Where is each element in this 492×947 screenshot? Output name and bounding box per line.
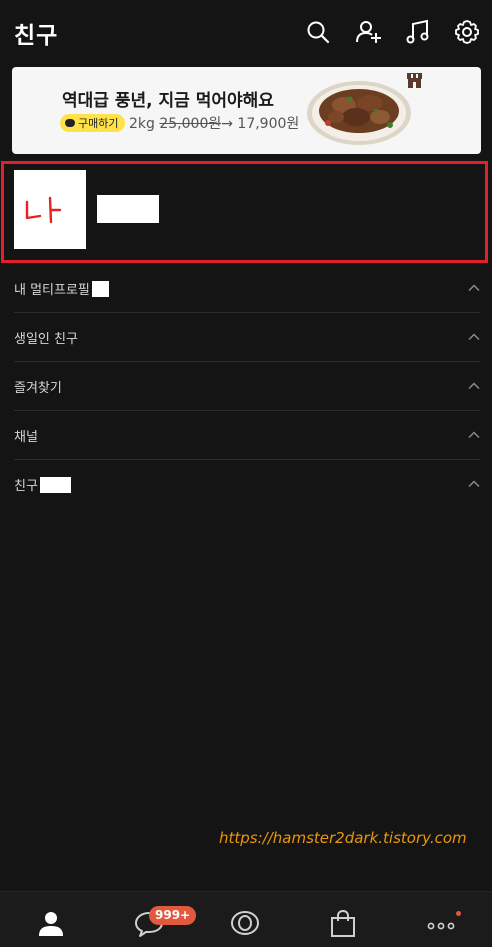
section-friends[interactable]: 친구 <box>14 460 480 509</box>
section-birthday[interactable]: 생일인 친구 <box>14 313 480 362</box>
ad-price: 2kg 25,000원→ 17,900원 <box>129 113 299 133</box>
my-profile[interactable] <box>1 161 488 263</box>
chevron-up-icon[interactable] <box>468 331 480 343</box>
shopping-icon[interactable] <box>328 908 358 938</box>
ad-headline: 역대급 풍년, 지금 먹어야해요 <box>62 91 274 111</box>
settings-icon[interactable] <box>453 18 481 46</box>
watermark: https://hamster2dark.tistory.com <box>219 829 467 847</box>
buy-button-label: 구매하기 <box>78 117 119 130</box>
chat-bubble-icon <box>65 119 75 127</box>
chevron-up-icon[interactable] <box>468 380 480 392</box>
more-icon[interactable] <box>426 908 456 938</box>
redacted-block <box>40 477 71 493</box>
chevron-up-icon[interactable] <box>468 429 480 441</box>
ad-price-arrow: → <box>221 116 233 132</box>
new-dot <box>456 911 461 916</box>
unread-badge: 999+ <box>149 906 197 925</box>
section-label: 친구 <box>14 479 38 494</box>
section-label: 생일인 친구 <box>14 332 78 347</box>
chevron-up-icon[interactable] <box>468 282 480 294</box>
search-icon[interactable] <box>304 18 332 46</box>
avatar[interactable] <box>14 170 86 249</box>
section-channel[interactable]: 채널 <box>14 411 480 460</box>
ad-original-price: 25,000원 <box>159 116 222 132</box>
store-icon <box>406 72 423 89</box>
buy-button[interactable]: 구매하기 <box>60 114 126 132</box>
profile-name-redacted <box>97 195 159 223</box>
chevron-up-icon[interactable] <box>468 478 480 490</box>
music-icon[interactable] <box>404 18 432 46</box>
section-label: 내 멀티프로필 <box>14 283 90 298</box>
ad-banner[interactable]: 역대급 풍년, 지금 먹어야해요 구매하기 2kg 25,000원→ 17,90… <box>12 67 481 154</box>
section-label: 즐겨찾기 <box>14 381 62 396</box>
add-friend-icon[interactable] <box>355 18 383 46</box>
app-header: 친구 <box>0 0 492 64</box>
bottom-tab-bar: 999+ <box>0 891 492 947</box>
page-title: 친구 <box>14 23 59 49</box>
redacted-block <box>92 281 109 297</box>
section-label: 채널 <box>14 430 38 445</box>
avatar-handwritten-label <box>25 196 62 224</box>
friends-icon[interactable] <box>36 908 66 938</box>
food-image <box>306 75 412 146</box>
view-icon[interactable] <box>230 908 260 938</box>
section-multi-profile[interactable]: 내 멀티프로필 <box>14 264 480 313</box>
ad-weight: 2kg <box>129 116 155 132</box>
ad-sale-price: 17,900원 <box>237 116 300 132</box>
section-favorites[interactable]: 즐겨찾기 <box>14 362 480 411</box>
